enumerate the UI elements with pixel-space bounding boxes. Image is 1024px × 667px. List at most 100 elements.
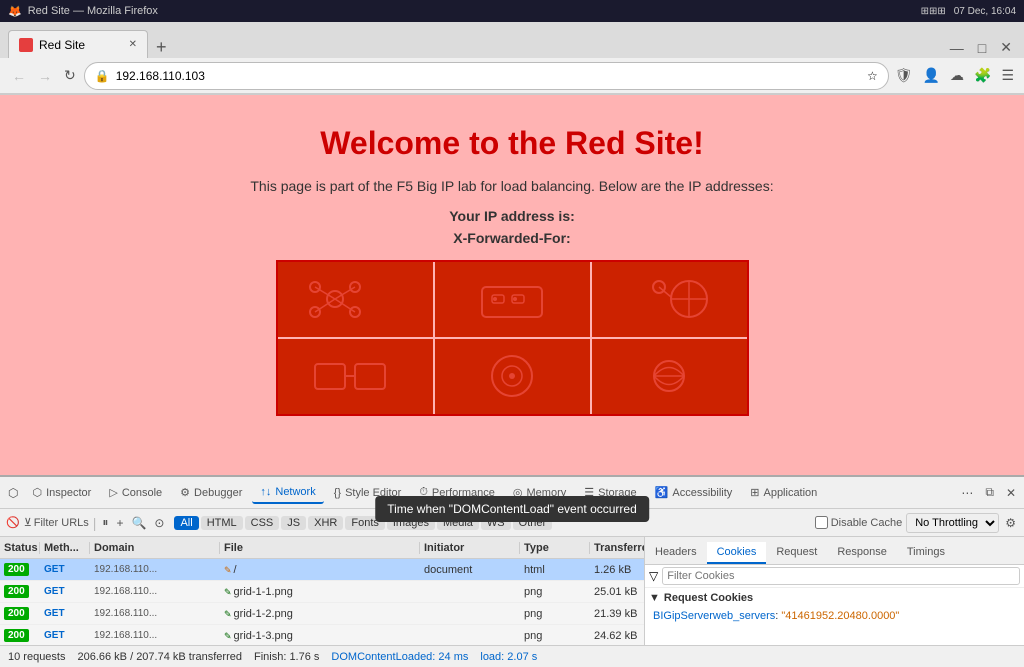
file-icon: ✎ xyxy=(224,565,232,575)
table-body: 200 GET 192.168.110... ✎/ document html … xyxy=(0,559,644,645)
tab-close-button[interactable]: ✕ xyxy=(129,39,137,50)
table-row[interactable]: 200 GET 192.168.110... ✎grid-1-2.png png… xyxy=(0,603,644,625)
table-row[interactable]: 200 GET 192.168.110... ✎grid-1-3.png png… xyxy=(0,625,644,645)
filter-all[interactable]: All xyxy=(174,516,198,530)
right-tab-request[interactable]: Request xyxy=(766,542,827,564)
right-tab-cookies[interactable]: Cookies xyxy=(707,542,767,564)
page-subtitle: This page is part of the F5 Big IP lab f… xyxy=(250,178,773,194)
cell-method: GET xyxy=(40,586,90,597)
devtools-overflow-button[interactable]: ⋯ xyxy=(957,484,977,502)
search-button[interactable]: 🔍 xyxy=(129,516,148,530)
right-panel-tabs: Headers Cookies Request Response Timings xyxy=(645,537,1024,565)
disable-cache-checkbox[interactable] xyxy=(815,516,828,529)
cookie-value: "41461952.20480.0000" xyxy=(781,610,899,622)
cell-file: ✎grid-1-1.png xyxy=(220,586,420,598)
filter-xhr[interactable]: XHR xyxy=(308,516,343,530)
right-tab-timings[interactable]: Timings xyxy=(897,542,955,564)
cookie-filter-input[interactable] xyxy=(662,567,1020,585)
cell-initiator: document xyxy=(420,564,520,576)
col-file: File xyxy=(220,542,420,554)
os-title: Red Site — Mozilla Firefox xyxy=(28,5,158,17)
disable-cache-text: Disable Cache xyxy=(831,517,903,529)
cookie-section-title: ▼ Request Cookies xyxy=(649,592,1020,604)
table-row[interactable]: 200 GET 192.168.110... ✎grid-1-1.png png… xyxy=(0,581,644,603)
cookie-filter: ▽ xyxy=(645,565,1024,588)
cell-method: GET xyxy=(40,564,90,575)
tab-application[interactable]: ⊞ Application xyxy=(742,482,825,503)
status-load[interactable]: load: 2.07 s xyxy=(480,651,537,663)
back-button[interactable]: ← xyxy=(8,66,30,86)
throttle-settings-button[interactable]: ⚙ xyxy=(1003,516,1018,530)
bookmark-icon[interactable]: ☆ xyxy=(867,69,878,83)
application-icon: ⊞ xyxy=(750,486,759,499)
close-window-button[interactable]: ✕ xyxy=(996,37,1016,58)
tab-accessibility[interactable]: ♿ Accessibility xyxy=(647,482,741,503)
browser-tab[interactable]: Red Site ✕ xyxy=(8,30,148,58)
col-domain: Domain xyxy=(90,542,220,554)
col-type: Type xyxy=(520,542,590,554)
console-label: Console xyxy=(122,487,162,499)
network-tab-icon: ↑↓ xyxy=(260,486,271,498)
tab-inspector[interactable]: ⬡ Inspector xyxy=(24,482,99,503)
devtools-close-button[interactable]: ✕ xyxy=(1002,484,1020,502)
new-tab-button[interactable]: + xyxy=(148,37,175,58)
filter-button[interactable]: ⊻ Filter URLs xyxy=(24,516,89,529)
grid-cell-2 xyxy=(435,262,590,337)
png-icon: ✎ xyxy=(224,609,232,619)
debugger-label: Debugger xyxy=(194,487,242,499)
devtools-panels: Status Meth... Domain File Initiator Typ… xyxy=(0,537,1024,645)
security-icon: 🔒 xyxy=(95,69,110,83)
right-tab-headers[interactable]: Headers xyxy=(645,542,707,564)
sync-button[interactable]: ☁ xyxy=(948,65,966,86)
chevron-down-icon: ▼ xyxy=(649,592,660,604)
profile-button[interactable]: 👤 xyxy=(921,65,942,86)
minimize-button[interactable]: — xyxy=(946,38,968,58)
filter-css[interactable]: CSS xyxy=(245,516,280,530)
tab-network[interactable]: ↑↓ Network xyxy=(252,482,323,504)
tooltip: Time when "DOMContentLoad" event occurre… xyxy=(375,496,649,522)
pocket-button[interactable]: 🛡 xyxy=(893,65,915,86)
accessibility-label: Accessibility xyxy=(672,487,732,499)
devtools-toolbar-right: ⋯ ⧉ ✕ xyxy=(957,483,1020,502)
cell-domain: 192.168.110... xyxy=(90,630,220,641)
cell-domain: 192.168.110... xyxy=(90,586,220,597)
grid-cell-6 xyxy=(592,339,747,414)
cell-method: GET xyxy=(40,608,90,619)
devtools-inspect-button[interactable]: ⬡ xyxy=(4,484,22,502)
throttle-select[interactable]: No Throttling xyxy=(906,513,999,533)
cell-type: png xyxy=(520,586,590,598)
right-tab-response[interactable]: Response xyxy=(827,542,897,564)
cell-transferred: 25.01 kB xyxy=(590,586,644,598)
accessibility-icon: ♿ xyxy=(655,486,669,499)
clear-log-button[interactable]: + xyxy=(114,516,125,530)
tab-console[interactable]: ▷ Console xyxy=(101,482,170,503)
cookie-item: BIGipServerweb_servers: "41461952.20480.… xyxy=(649,608,1020,624)
status-finish: Finish: 1.76 s xyxy=(254,651,319,663)
status-dom-content[interactable]: DOMContentLoaded: 24 ms xyxy=(331,651,468,663)
network-toolbar-right: Disable Cache No Throttling ⚙ xyxy=(815,513,1018,533)
page-content: Welcome to the Red Site! This page is pa… xyxy=(0,95,1024,475)
forward-button[interactable]: → xyxy=(34,66,56,86)
network-right-panel: Headers Cookies Request Response Timings… xyxy=(644,537,1024,645)
os-titlebar-left: 🦊 Red Site — Mozilla Firefox xyxy=(8,5,158,18)
pause-button[interactable]: ⏸ xyxy=(100,515,110,530)
grid-cell-1 xyxy=(278,262,433,337)
tab-debugger[interactable]: ⚙ Debugger xyxy=(172,482,250,503)
devtools-clone-button[interactable]: ⧉ xyxy=(981,483,998,502)
reload-button[interactable]: ↻ xyxy=(60,65,80,86)
clear-button[interactable]: 🚫 xyxy=(6,516,20,529)
menu-button[interactable]: ☰ xyxy=(999,65,1016,86)
png-icon: ✎ xyxy=(224,587,232,597)
filter-label: Filter URLs xyxy=(34,517,89,529)
filter-js[interactable]: JS xyxy=(281,516,306,530)
maximize-button[interactable]: □ xyxy=(974,38,990,58)
import-button[interactable]: ⊙ xyxy=(152,516,166,530)
table-row[interactable]: 200 GET 192.168.110... ✎/ document html … xyxy=(0,559,644,581)
status-bar: 10 requests 206.66 kB / 207.74 kB transf… xyxy=(0,645,1024,667)
status-transferred: 206.66 kB / 207.74 kB transferred xyxy=(77,651,242,663)
extensions-button[interactable]: 🧩 xyxy=(972,65,993,86)
application-label: Application xyxy=(763,487,817,499)
cell-transferred: 21.39 kB xyxy=(590,608,644,620)
filter-html[interactable]: HTML xyxy=(201,516,243,530)
url-input[interactable] xyxy=(116,69,861,83)
